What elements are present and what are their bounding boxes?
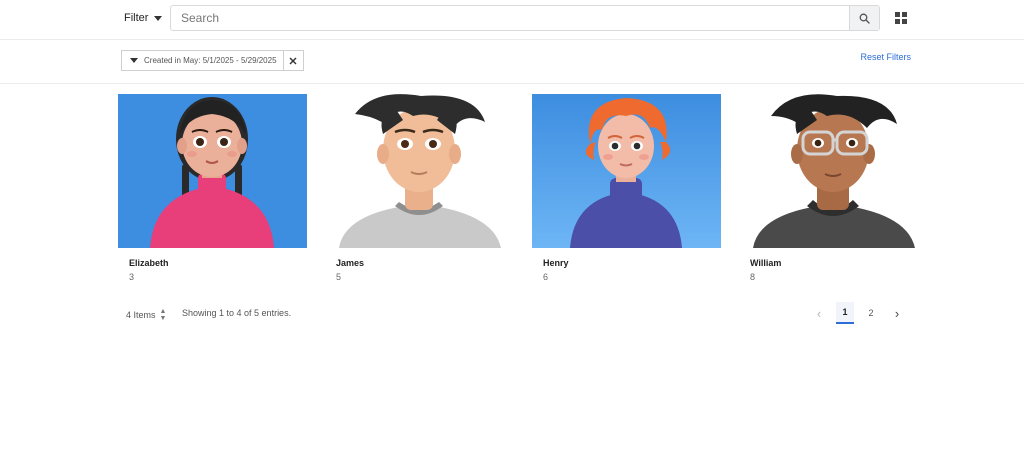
showing-entries-text: Showing 1 to 4 of 5 entries. (182, 308, 292, 318)
items-per-page-label: 4 Items (126, 310, 156, 320)
filter-chip: Created in May: 5/1/2025 - 5/29/2025 (121, 50, 304, 71)
avatar-card[interactable]: James 5 (325, 94, 514, 284)
card-count: 3 (129, 272, 135, 282)
card-count: 8 (750, 272, 756, 282)
search-button[interactable] (849, 6, 879, 30)
pagination: ‹ 1 2 › (810, 302, 906, 324)
card-name: William (750, 258, 782, 268)
card-name: James (336, 258, 365, 268)
card-count: 6 (543, 272, 549, 282)
filter-dropdown-button[interactable]: Filter (124, 9, 163, 27)
caret-down-icon (154, 15, 163, 21)
avatar-card-grid: Elizabeth 3 James 5 Henry 6 William 8 (118, 94, 928, 284)
remove-filter-button[interactable] (282, 51, 303, 70)
items-per-page-select[interactable]: 4 Items ▲ ▼ (126, 308, 166, 322)
avatar-image (532, 94, 721, 248)
avatar-image (739, 94, 928, 248)
sort-updown-icon: ▲ ▼ (159, 308, 167, 322)
card-name: Elizabeth (129, 258, 169, 268)
search-icon (859, 13, 870, 24)
filter-label: Filter (124, 12, 149, 24)
active-filters-bar: Created in May: 5/1/2025 - 5/29/2025 Res… (0, 40, 1024, 84)
avatar-card[interactable]: Henry 6 (532, 94, 721, 284)
avatar-image (118, 94, 307, 248)
avatar-card[interactable]: William 8 (739, 94, 928, 284)
chevron-right-icon[interactable]: › (888, 302, 906, 324)
card-count: 5 (336, 272, 342, 282)
list-footer: 4 Items ▲ ▼ Showing 1 to 4 of 5 entries. … (0, 300, 1024, 330)
filter-chip-toggle[interactable]: Created in May: 5/1/2025 - 5/29/2025 (122, 51, 283, 70)
chevron-left-icon[interactable]: ‹ (810, 302, 828, 324)
card-name: Henry (543, 258, 569, 268)
grid-view-icon[interactable] (895, 12, 907, 24)
avatar-card[interactable]: Elizabeth 3 (118, 94, 307, 284)
search-input[interactable] (171, 6, 849, 30)
avatar-image (325, 94, 514, 248)
top-toolbar: Filter (0, 0, 1024, 40)
reset-filters-link[interactable]: Reset Filters (860, 52, 911, 62)
page-button-1[interactable]: 1 (836, 302, 854, 324)
page-button-2[interactable]: 2 (862, 302, 880, 324)
caret-down-icon (130, 58, 138, 63)
filter-chip-label: Created in May: 5/1/2025 - 5/29/2025 (144, 56, 277, 65)
search-bar (170, 5, 880, 31)
close-icon (289, 57, 297, 64)
